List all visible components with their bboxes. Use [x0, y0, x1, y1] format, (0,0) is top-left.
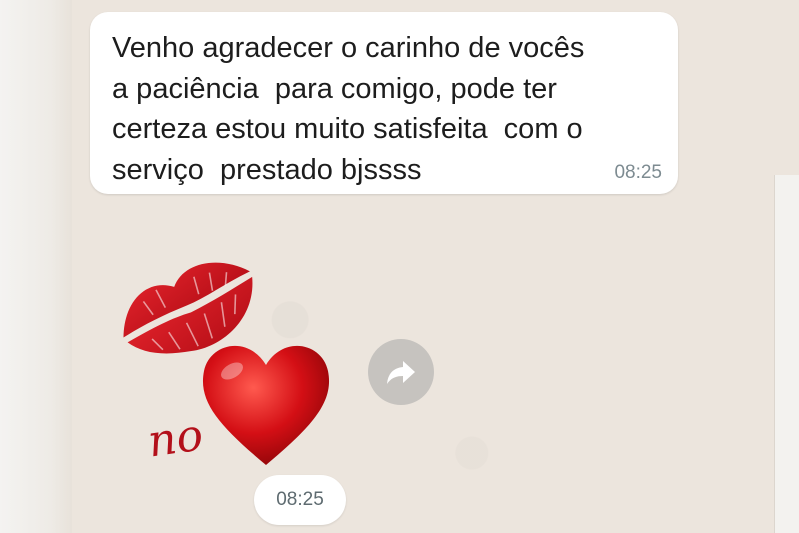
forward-arrow-icon: [387, 361, 415, 384]
right-panel-edge: [774, 175, 799, 533]
sticker-timestamp: 08:25: [254, 475, 346, 525]
sticker-time-text: 08:25: [276, 489, 324, 510]
kiss-heart-sticker[interactable]: no: [108, 225, 338, 470]
message-bubble[interactable]: Venho agradecer o carinho de vocês a pac…: [90, 12, 678, 194]
sticker-caption: no: [144, 409, 207, 468]
left-panel-edge: [0, 0, 72, 533]
message-timestamp: 08:25: [614, 162, 662, 183]
forward-button[interactable]: [368, 339, 434, 405]
kiss-lips-heart-icon: [123, 262, 330, 465]
message-text: Venho agradecer o carinho de vocês a pac…: [112, 32, 585, 186]
